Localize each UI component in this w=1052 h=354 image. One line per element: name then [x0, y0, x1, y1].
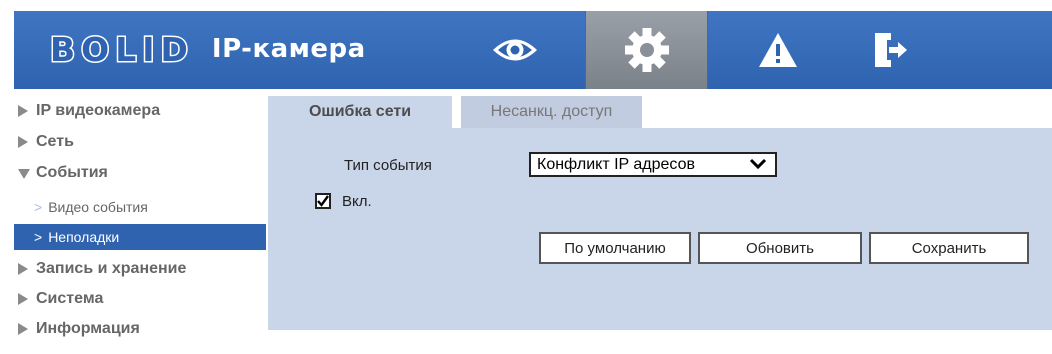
sidebar-item-label: События	[36, 164, 108, 181]
chevron-right-icon: >	[34, 199, 43, 215]
sidebar-item-label: Запись и хранение	[36, 260, 187, 277]
chevron-down-icon	[749, 158, 767, 170]
expand-arrow-icon	[18, 263, 28, 275]
sidebar-item-label: Информация	[36, 320, 140, 337]
sidebar-item-label: Система	[36, 290, 104, 307]
nav-logout-button[interactable]	[849, 11, 931, 89]
sidebar-item-label: Сеть	[36, 133, 74, 150]
nav-live-view-button[interactable]	[474, 11, 556, 89]
brand-logo: BOLID	[49, 28, 194, 70]
chevron-right-icon: >	[34, 229, 43, 245]
refresh-button[interactable]: Обновить	[698, 232, 862, 264]
sidebar-item-ip-camera[interactable]: IP видеокамера	[14, 96, 266, 126]
save-button[interactable]: Сохранить	[869, 232, 1029, 264]
enable-checkbox[interactable]	[315, 193, 331, 209]
event-type-label: Тип события	[344, 157, 432, 174]
event-type-value: Конфликт IP адресов	[537, 155, 695, 173]
logo: BOLID IP-камера	[46, 28, 366, 70]
sidebar: IP видеокамера Сеть События > Видео собы…	[14, 92, 266, 354]
sidebar-item-network[interactable]: Сеть	[14, 127, 266, 157]
sidebar-item-recording-storage[interactable]: Запись и хранение	[14, 254, 266, 284]
gear-icon	[624, 28, 669, 72]
warning-icon	[759, 33, 797, 67]
collapse-arrow-icon	[18, 169, 30, 179]
sidebar-subitem-malfunctions[interactable]: > Неполадки	[14, 224, 266, 250]
sidebar-item-events[interactable]: События	[14, 158, 266, 188]
exit-icon	[875, 33, 907, 67]
sidebar-subitem-video-events[interactable]: > Видео события	[14, 194, 266, 220]
sidebar-item-information[interactable]: Информация	[14, 314, 266, 344]
sidebar-subitem-label: Видео события	[48, 199, 148, 215]
checkmark-icon	[317, 195, 329, 207]
sidebar-subitem-label: Неполадки	[48, 229, 120, 245]
sidebar-item-system[interactable]: Система	[14, 284, 266, 314]
tab-network-error[interactable]: Ошибка сети	[268, 96, 452, 128]
expand-arrow-icon	[18, 136, 28, 148]
top-header: BOLID IP-камера	[14, 11, 1052, 89]
enable-label: Вкл.	[342, 193, 372, 210]
event-type-select[interactable]: Конфликт IP адресов	[529, 152, 777, 177]
eye-icon	[493, 39, 537, 61]
expand-arrow-icon	[18, 105, 28, 117]
nav-alarm-button[interactable]	[737, 11, 819, 89]
nav-settings-button[interactable]	[585, 11, 708, 89]
default-button[interactable]: По умолчанию	[539, 232, 691, 264]
expand-arrow-icon	[18, 293, 28, 305]
sidebar-item-label: IP видеокамера	[36, 102, 161, 119]
app-title: IP-камера	[211, 34, 366, 64]
tab-unauthorized-access[interactable]: Несанкц. доступ	[457, 96, 642, 128]
expand-arrow-icon	[18, 323, 28, 335]
